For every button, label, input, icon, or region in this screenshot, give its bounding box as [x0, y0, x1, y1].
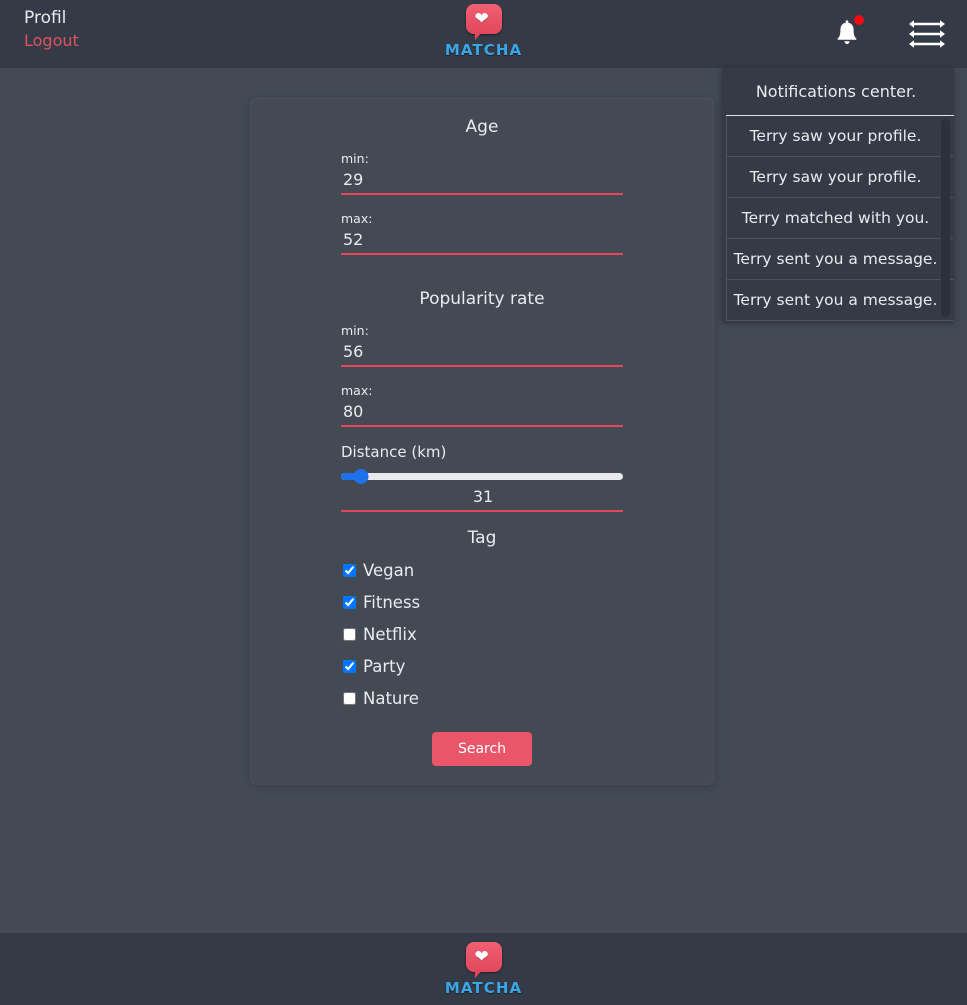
tag-label-fitness: Fitness: [363, 592, 421, 612]
exchange-arrows-icon: [909, 20, 945, 48]
notifications-dropdown: Notifications center. Terry saw your pro…: [722, 68, 954, 321]
distance-field: Distance (km): [341, 443, 623, 512]
sort-filter-button[interactable]: [907, 14, 947, 54]
search-submit-button[interactable]: Search: [431, 732, 533, 766]
notification-item[interactable]: Terry sent you a message.: [726, 280, 954, 321]
distance-slider-thumb[interactable]: [353, 469, 369, 484]
top-navbar: Profil Logout ❤ MATCHA: [0, 0, 967, 68]
tag-label-vegan: Vegan: [363, 560, 415, 580]
tag-label-party: Party: [363, 656, 406, 676]
brand-logo-header[interactable]: ❤ MATCHA: [424, 4, 544, 59]
tag-section-title: Tag: [467, 528, 497, 548]
brand-name-header: MATCHA: [444, 41, 523, 59]
distance-value-input[interactable]: [341, 487, 623, 512]
tag-checkbox-fitness[interactable]: [343, 595, 356, 609]
popularity-max-input[interactable]: [341, 402, 623, 427]
heart-bubble-icon: ❤: [465, 941, 502, 978]
brand-logo-footer[interactable]: ❤ MATCHA: [424, 941, 544, 997]
tag-checkbox-party[interactable]: [343, 659, 356, 673]
tag-label-netflix: Netflix: [363, 624, 417, 644]
brand-name-footer: MATCHA: [444, 978, 523, 997]
age-max-field: max:: [341, 211, 623, 255]
tag-option-netflix[interactable]: Netflix: [343, 618, 623, 650]
search-button-wrap: Search: [341, 732, 623, 766]
nav-right-icons: [827, 14, 947, 54]
tag-option-nature[interactable]: Nature: [343, 682, 623, 714]
tag-checkbox-list: Vegan Fitness Netflix Party Nature: [343, 554, 623, 714]
distance-slider-track[interactable]: [341, 473, 623, 480]
tag-checkbox-nature[interactable]: [343, 691, 356, 705]
tag-option-party[interactable]: Party: [343, 650, 623, 682]
notification-item[interactable]: Terry saw your profile.: [726, 116, 954, 157]
popularity-min-label: min:: [341, 323, 369, 338]
heart-bubble-icon: ❤: [465, 4, 502, 40]
tag-checkbox-netflix[interactable]: [343, 627, 356, 641]
tag-checkbox-vegan[interactable]: [343, 563, 356, 577]
page-footer: ❤ MATCHA: [0, 933, 967, 1005]
notification-item[interactable]: Terry matched with you.: [726, 198, 954, 239]
popularity-max-field: max:: [341, 383, 623, 427]
distance-slider[interactable]: [341, 469, 623, 484]
age-min-label: min:: [341, 151, 369, 166]
tag-option-fitness[interactable]: Fitness: [343, 586, 623, 618]
tag-label-nature: Nature: [363, 688, 419, 708]
age-section-title: Age: [465, 117, 499, 137]
popularity-section-title: Popularity rate: [419, 289, 545, 309]
notification-item[interactable]: Terry saw your profile.: [726, 157, 954, 198]
notifications-scrollbar[interactable]: [941, 119, 950, 317]
logout-link[interactable]: Logout: [24, 30, 79, 52]
nav-left-links: Profil Logout: [24, 8, 79, 52]
notifications-list[interactable]: Terry saw your profile. Terry saw your p…: [726, 116, 954, 321]
popularity-max-label: max:: [341, 383, 373, 398]
notifications-title: Notifications center.: [726, 68, 954, 116]
profile-link[interactable]: Profil: [24, 8, 66, 30]
age-max-input[interactable]: [341, 230, 623, 255]
tag-option-vegan[interactable]: Vegan: [343, 554, 623, 586]
age-max-label: max:: [341, 211, 373, 226]
notifications-bell-button[interactable]: [827, 14, 867, 54]
notification-badge-dot: [854, 15, 864, 25]
popularity-min-field: min:: [341, 323, 623, 367]
notification-item[interactable]: Terry sent you a message.: [726, 239, 954, 280]
distance-label: Distance (km): [341, 443, 447, 461]
search-filter-card: Age min: max: Popularity rate min: max: …: [251, 99, 713, 784]
age-min-field: min:: [341, 151, 623, 195]
popularity-min-input[interactable]: [341, 342, 623, 367]
age-min-input[interactable]: [341, 170, 623, 195]
